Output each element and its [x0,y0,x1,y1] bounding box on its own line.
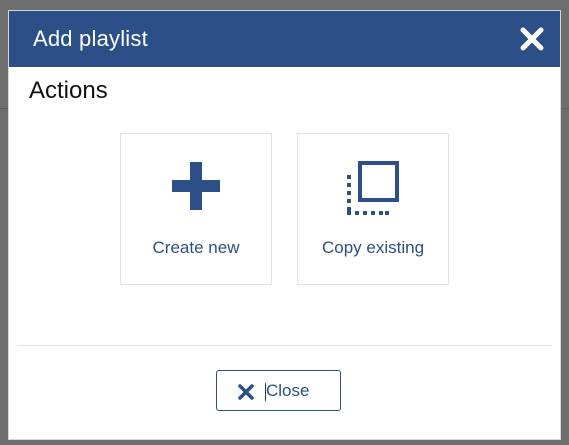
create-new-label: Create new [152,238,240,257]
actions-heading: Actions [29,77,108,104]
close-icon[interactable] [518,25,546,53]
dialog-header: Add playlist [9,11,560,67]
close-button-label: Close [266,381,310,400]
footer-divider [17,345,552,346]
plus-icon [170,160,222,217]
copy-existing-tile[interactable]: Copy existing [297,133,449,285]
dialog-title: Add playlist [33,26,148,51]
add-playlist-dialog: Add playlist Actions Create new Copy exi… [8,10,561,440]
copy-existing-label: Copy existing [321,238,425,257]
copy-icon [344,160,402,223]
close-button[interactable]: Close [216,370,341,411]
close-icon [238,384,254,405]
create-new-tile[interactable]: Create new [120,133,272,285]
